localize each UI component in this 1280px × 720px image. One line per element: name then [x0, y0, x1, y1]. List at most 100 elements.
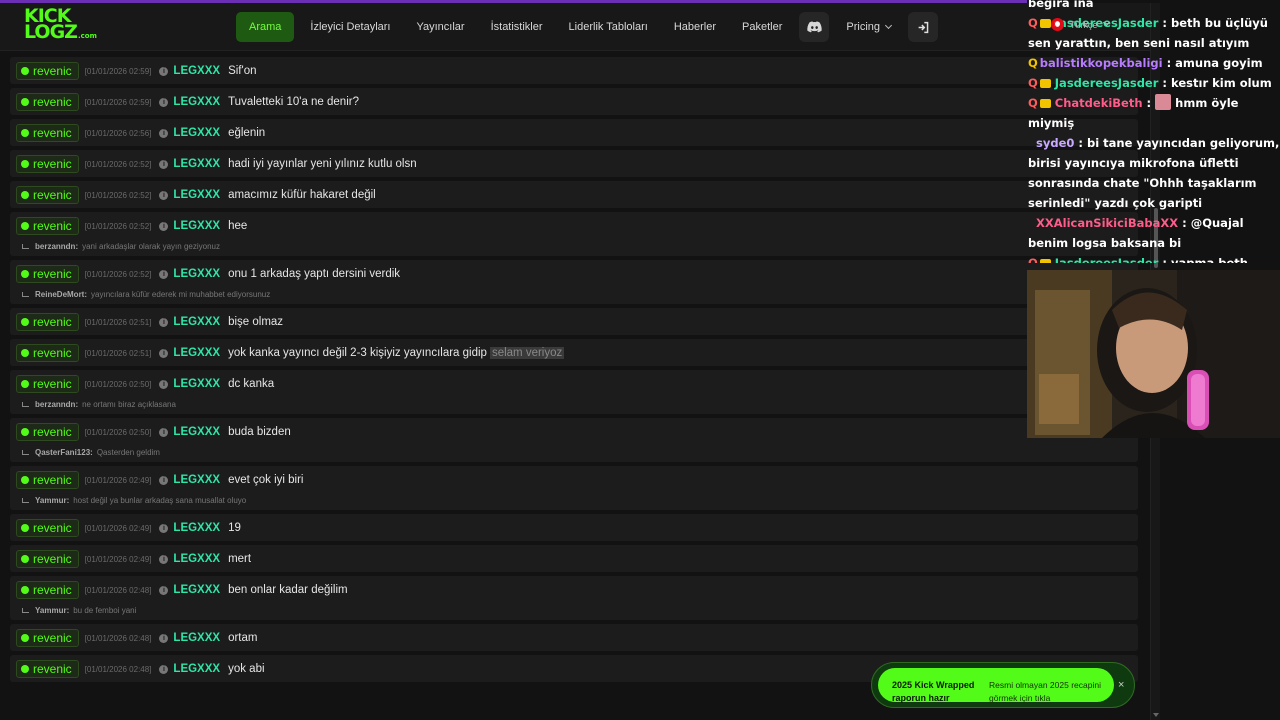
- channel-badge[interactable]: revenic: [16, 519, 79, 537]
- nav-item-arama[interactable]: Arama: [236, 12, 295, 42]
- login-button[interactable]: [908, 12, 939, 42]
- chat-message: Qbalistikkopekbaligi : amuna goyim: [1028, 53, 1280, 73]
- wrapped-toast[interactable]: 2025 Kick Wrapped raporun hazır Resmi ol…: [871, 662, 1135, 708]
- log-row: revenic [01/01/2026 02:52] i LEGXXX hadi iyi…: [10, 150, 1138, 177]
- info-icon[interactable]: i: [159, 128, 169, 138]
- nav-item-yayincilar[interactable]: Yayıncılar: [403, 12, 477, 42]
- logo-line-2-text: LOGZ: [24, 21, 78, 43]
- discord-button[interactable]: [799, 12, 830, 42]
- info-icon[interactable]: i: [159, 554, 169, 564]
- language-selector[interactable]: Türkçe: [1051, 18, 1110, 31]
- nav-item-liderlik-tablolari[interactable]: Liderlik Tabloları: [556, 12, 661, 42]
- username[interactable]: LEGXXX: [173, 220, 220, 232]
- pricing-dropdown[interactable]: Pricing: [833, 12, 904, 42]
- message-text: ben onlar kadar değilim: [228, 584, 348, 596]
- username[interactable]: LEGXXX: [173, 663, 220, 675]
- webcam-image: [1027, 270, 1280, 438]
- username[interactable]: LEGXXX: [173, 158, 220, 170]
- reply-icon: [22, 401, 29, 407]
- reply-username[interactable]: QasterFani123:: [35, 448, 93, 457]
- nav-item-paketler[interactable]: Paketler: [729, 12, 795, 42]
- username[interactable]: LEGXXX: [173, 426, 220, 438]
- scroll-down-arrow-icon[interactable]: [1153, 713, 1159, 717]
- info-icon[interactable]: i: [159, 664, 169, 674]
- info-icon[interactable]: i: [159, 348, 169, 358]
- channel-badge[interactable]: revenic: [16, 62, 79, 80]
- username[interactable]: LEGXXX: [173, 347, 220, 359]
- username[interactable]: LEGXXX: [173, 127, 220, 139]
- info-icon[interactable]: i: [159, 427, 169, 437]
- log-row-main: revenic [01/01/2026 02:48] i LEGXXX ben onla…: [16, 580, 1132, 600]
- chat-username: JasdereesJasder: [1054, 256, 1159, 263]
- info-icon[interactable]: i: [159, 66, 169, 76]
- channel-badge[interactable]: revenic: [16, 186, 79, 204]
- timestamp: [01/01/2026 02:49]: [84, 475, 152, 485]
- chat-separator: :: [1158, 256, 1172, 263]
- chat-username: balistikkopekbaligi: [1039, 56, 1163, 70]
- reply-icon: [22, 607, 29, 613]
- username[interactable]: LEGXXX: [173, 378, 220, 390]
- username[interactable]: LEGXXX: [173, 65, 220, 77]
- nav-item-izleyici-detaylari[interactable]: İzleyici Detayları: [297, 12, 403, 42]
- log-row-main: revenic [01/01/2026 02:51] i LEGXXX bişe olm…: [16, 312, 1132, 332]
- username[interactable]: LEGXXX: [173, 632, 220, 644]
- log-row: revenic [01/01/2026 02:48] i LEGXXX ben onla…: [10, 576, 1138, 620]
- reply-username[interactable]: berzanndn:: [35, 400, 78, 409]
- message-text: onu 1 arkadaş yaptı dersini verdik: [228, 268, 401, 280]
- crown-badge-icon: [1039, 259, 1051, 263]
- chat-badge-q: Q: [1028, 76, 1038, 90]
- info-icon[interactable]: i: [159, 379, 169, 389]
- kick-channel-icon: [21, 476, 29, 484]
- channel-badge[interactable]: revenic: [16, 265, 79, 283]
- info-icon[interactable]: i: [159, 317, 169, 327]
- reply-username[interactable]: ReineDeMort:: [35, 290, 87, 299]
- nav-item-haberler[interactable]: Haberler: [661, 12, 729, 42]
- info-icon[interactable]: i: [159, 159, 169, 169]
- channel-badge[interactable]: revenic: [16, 375, 79, 393]
- info-icon[interactable]: i: [159, 523, 169, 533]
- info-icon[interactable]: i: [159, 97, 169, 107]
- reply-username[interactable]: berzanndn:: [35, 242, 78, 251]
- message-text: hee: [228, 220, 248, 232]
- nav-item-istatistikler[interactable]: İstatistikler: [478, 12, 556, 42]
- username[interactable]: LEGXXX: [173, 96, 220, 108]
- channel-badge[interactable]: revenic: [16, 344, 79, 362]
- channel-badge[interactable]: revenic: [16, 313, 79, 331]
- username[interactable]: LEGXXX: [173, 189, 220, 201]
- toast-pill[interactable]: 2025 Kick Wrapped raporun hazır Resmi ol…: [878, 668, 1114, 703]
- kick-channel-icon: [21, 380, 29, 388]
- username[interactable]: LEGXXX: [173, 268, 220, 280]
- kick-channel-icon: [21, 222, 29, 230]
- channel-badge[interactable]: revenic: [16, 550, 79, 568]
- channel-badge[interactable]: revenic: [16, 629, 79, 647]
- info-icon[interactable]: i: [159, 585, 169, 595]
- close-icon[interactable]: ×: [1118, 679, 1124, 691]
- username[interactable]: LEGXXX: [173, 316, 220, 328]
- channel-badge[interactable]: revenic: [16, 217, 79, 235]
- channel-badge[interactable]: revenic: [16, 124, 79, 142]
- info-icon[interactable]: i: [159, 269, 169, 279]
- chat-text: begira ina: [1028, 0, 1094, 10]
- username[interactable]: LEGXXX: [173, 474, 220, 486]
- username[interactable]: LEGXXX: [173, 522, 220, 534]
- reply-text: ne ortamı biraz açıklasana: [82, 399, 176, 409]
- channel-badge[interactable]: revenic: [16, 660, 79, 678]
- info-icon[interactable]: i: [159, 633, 169, 643]
- info-icon[interactable]: i: [159, 221, 169, 231]
- message-text: amacımız küfür hakaret değil: [228, 189, 376, 201]
- channel-badge[interactable]: revenic: [16, 471, 79, 489]
- kicklogz-logo[interactable]: KICK LOGZ.com: [24, 7, 97, 46]
- info-icon[interactable]: i: [159, 190, 169, 200]
- timestamp: [01/01/2026 02:59]: [84, 97, 152, 107]
- reply-username[interactable]: Yammur:: [35, 606, 69, 615]
- reply-username[interactable]: Yammur:: [35, 496, 69, 505]
- channel-badge[interactable]: revenic: [16, 581, 79, 599]
- channel-name: revenic: [33, 662, 72, 676]
- username[interactable]: LEGXXX: [173, 553, 220, 565]
- channel-name: revenic: [33, 95, 72, 109]
- channel-badge[interactable]: revenic: [16, 93, 79, 111]
- username[interactable]: LEGXXX: [173, 584, 220, 596]
- channel-badge[interactable]: revenic: [16, 423, 79, 441]
- channel-badge[interactable]: revenic: [16, 155, 79, 173]
- info-icon[interactable]: i: [159, 475, 169, 485]
